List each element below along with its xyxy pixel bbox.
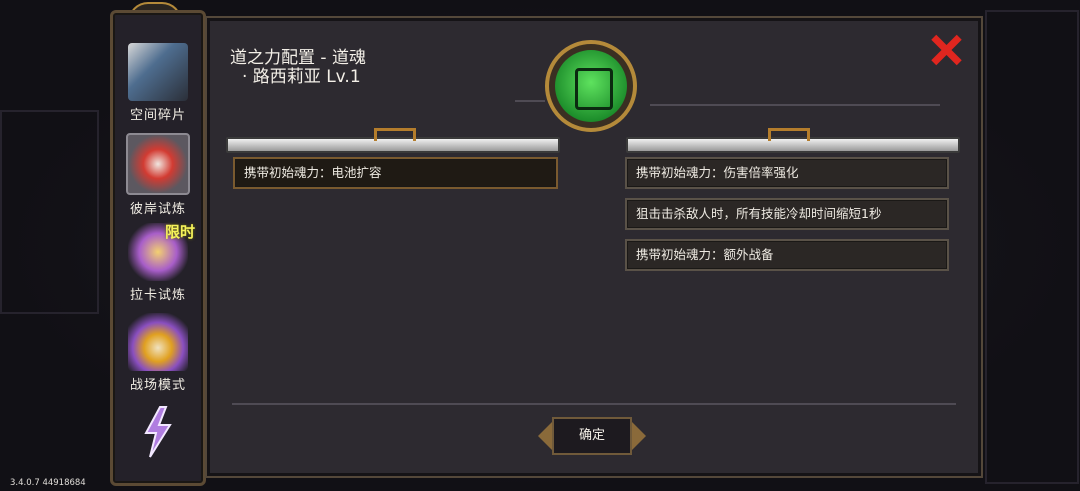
- background-decoration: [0, 110, 99, 314]
- rune-glyph: [575, 68, 613, 110]
- dialog-title-line2: · 路西莉亚 Lv.1: [242, 67, 361, 87]
- sidebar-item-lightning[interactable]: [119, 401, 197, 485]
- mode-sidebar: 空间碎片 彼岸试炼 限时 拉卡试炼 战场模式: [110, 10, 206, 486]
- pipe-bracket: [374, 128, 416, 141]
- dialog-title-line1: 道之力配置 - 道魂: [230, 48, 366, 68]
- sidebar-item-other-shore-trial[interactable]: 彼岸试炼: [119, 131, 197, 217]
- lightning-icon: [128, 403, 188, 461]
- left-arrow-ornament: [538, 422, 552, 450]
- limited-time-badge: 限时: [164, 223, 195, 241]
- right-soul-entry[interactable]: 携带初始魂力：伤害倍率强化: [625, 157, 949, 189]
- left-soul-entry[interactable]: 携带初始魂力：电池扩容: [233, 157, 558, 189]
- wizard-icon: [128, 313, 188, 371]
- decorative-line: [515, 100, 545, 102]
- background-decoration: [985, 10, 1079, 484]
- confirm-button[interactable]: 确定: [552, 417, 632, 455]
- right-soul-entry[interactable]: 狙击击杀敌人时，所有技能冷却时间缩短1秒: [625, 198, 949, 230]
- sidebar-item-raka-trial[interactable]: 限时 拉卡试炼: [119, 221, 197, 305]
- red-flower-icon: [126, 133, 190, 195]
- sidebar-item-space-fragment[interactable]: 空间碎片: [119, 41, 197, 125]
- bottom-divider: [232, 403, 956, 405]
- space-fragment-icon: [128, 43, 188, 101]
- right-soul-entry[interactable]: 携带初始魂力：额外战备: [625, 239, 949, 271]
- sidebar-item-label: 空间碎片: [129, 108, 186, 123]
- sidebar-item-battlefield-mode[interactable]: 战场模式: [119, 311, 197, 395]
- dialog-title: 道之力配置 - 道魂 · 路西莉亚 Lv.1: [230, 49, 366, 87]
- right-arrow-ornament: [632, 422, 646, 450]
- sidebar-item-label: 彼岸试炼: [129, 202, 186, 217]
- sidebar-item-label: 战场模式: [129, 378, 186, 393]
- close-button[interactable]: [930, 34, 962, 66]
- decorative-line: [650, 104, 940, 106]
- sidebar-item-label: 拉卡试炼: [129, 288, 186, 303]
- pipe-bracket: [768, 128, 810, 141]
- version-text: 3.4.0.7 44918684: [10, 478, 86, 488]
